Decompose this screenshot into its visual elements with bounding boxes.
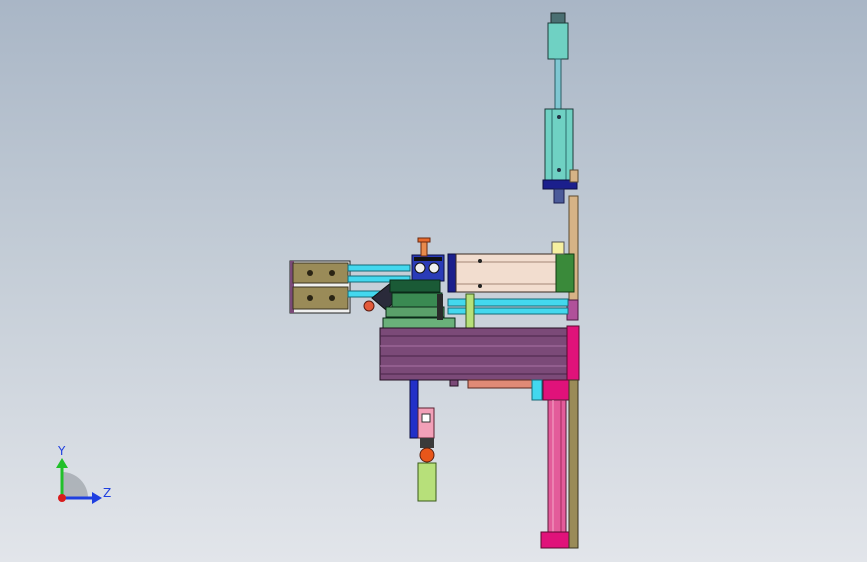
triad-y-label: Y — [57, 444, 66, 458]
lower-hanging-assembly — [417, 407, 437, 502]
coordinate-triad: Y Z — [56, 444, 111, 504]
top-cylinder-cap-nut — [550, 12, 566, 25]
triad-z-label: Z — [103, 486, 111, 500]
purple-column-foot — [566, 299, 579, 321]
clamp-body — [411, 254, 445, 282]
cad-viewport[interactable]: Y Z — [0, 0, 867, 562]
top-cylinder-fitting — [553, 188, 565, 204]
blue-vertical-bar — [409, 379, 419, 439]
top-cylinder-head — [547, 22, 569, 60]
top-cylinder-assembly — [542, 12, 579, 204]
left-slide-block — [289, 260, 351, 314]
orange-knob — [417, 237, 431, 257]
triad-origin — [58, 494, 66, 502]
triad-quarter-disc — [62, 472, 88, 498]
light-green-post — [465, 293, 475, 329]
horizontal-cylinder — [447, 241, 575, 293]
pink-rod-assembly — [540, 379, 579, 549]
purple-slide-body — [379, 325, 580, 381]
green-base-stack — [382, 279, 456, 329]
under-slide-parts — [449, 379, 570, 401]
top-cylinder-rod — [554, 58, 562, 111]
